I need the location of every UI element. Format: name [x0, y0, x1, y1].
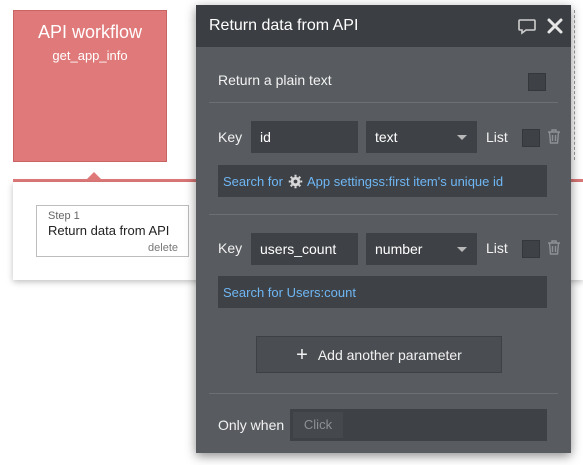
canvas-dashed-border [574, 10, 583, 160]
param-2-type-value: number [375, 241, 423, 257]
plus-icon: + [296, 343, 308, 366]
section-divider [209, 214, 558, 215]
expression-source: App settingss:first item's unique id [306, 173, 504, 189]
expression-search-prefix: Search for [223, 173, 283, 189]
workflow-title: API workflow [37, 22, 143, 42]
return-data-editor: Return data from API Return a plain text… [196, 5, 571, 453]
gear-icon [288, 174, 303, 188]
param-2-list-label: List [486, 240, 508, 256]
only-when-condition-input[interactable]: Click [290, 409, 547, 441]
add-parameter-button[interactable]: + Add another parameter [256, 336, 502, 373]
close-icon[interactable] [545, 16, 565, 36]
chevron-down-icon [457, 135, 467, 140]
param-2-type-select[interactable]: number [366, 233, 477, 265]
trash-icon[interactable] [546, 128, 562, 145]
param-2-expression[interactable]: Search for Users:count [218, 276, 547, 308]
param-1-list-checkbox[interactable] [522, 129, 540, 147]
step-title: Return data from API [48, 223, 170, 238]
workflow-endpoint-name: get_app_info [52, 48, 128, 63]
only-when-label: Only when [218, 417, 285, 433]
param-2-key-input[interactable]: users_count [251, 233, 358, 265]
chevron-down-icon [457, 247, 467, 252]
step-number: Step 1 [48, 210, 80, 222]
plain-text-checkbox[interactable] [528, 73, 546, 91]
plain-text-label: Return a plain text [218, 72, 332, 88]
param-2-key-label: Key [218, 240, 243, 256]
param-1-expression[interactable]: Search for App settingss:first item's un… [218, 165, 547, 197]
step-delete-link[interactable]: delete [148, 242, 178, 254]
api-workflow-card[interactable]: API workflow get_app_info [13, 10, 167, 162]
section-divider [209, 102, 558, 103]
editor-title: Return data from API [209, 17, 359, 34]
only-when-placeholder[interactable]: Click [293, 412, 343, 438]
editor-header: Return data from API [196, 5, 571, 47]
section-divider [209, 393, 558, 394]
param-1-key-input[interactable]: id [251, 121, 358, 153]
param-1-type-select[interactable]: text [366, 121, 477, 153]
comment-icon[interactable] [517, 16, 537, 36]
param-1-type-value: text [375, 129, 398, 145]
trash-icon[interactable] [546, 239, 562, 256]
param-2-list-checkbox[interactable] [522, 240, 540, 258]
add-parameter-label: Add another parameter [317, 346, 462, 363]
param-1-key-label: Key [218, 129, 243, 145]
step-1-card[interactable]: Step 1 Return data from API delete [36, 205, 189, 257]
param-1-list-label: List [486, 129, 508, 145]
